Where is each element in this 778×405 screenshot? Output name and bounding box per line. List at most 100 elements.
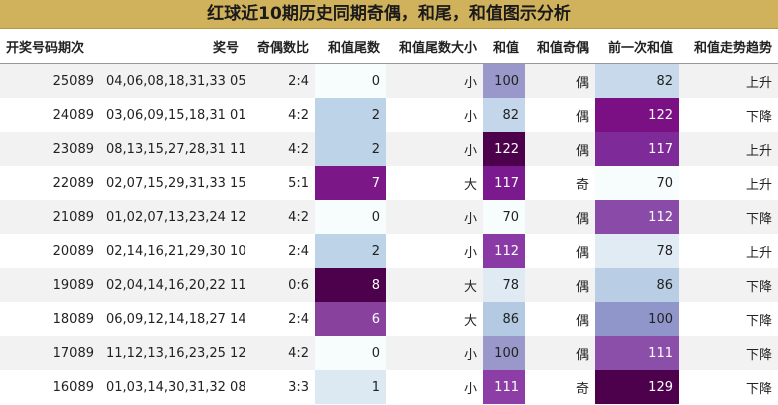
cell-prev-sum: 82	[595, 63, 679, 98]
table-row: 25089 04,06,08,18,31,33 05 2:4 0 小 100 偶 82 上升	[0, 63, 778, 98]
cell-ratio: 4:2	[245, 200, 315, 234]
cell-sum: 117	[483, 166, 525, 200]
cell-issue: 18089	[0, 302, 100, 336]
cell-trend: 下降	[679, 302, 778, 336]
table-row: 19089 02,04,14,16,20,22 11 0:6 8 大 78 偶 86 下降	[0, 268, 778, 302]
cell-ratio: 3:3	[245, 370, 315, 404]
col-header-ratio: 奇偶数比	[245, 29, 315, 64]
cell-numbers: 02,04,14,16,20,22 11	[100, 268, 245, 302]
cell-ratio: 2:4	[245, 234, 315, 268]
cell-parity: 偶	[525, 234, 595, 268]
cell-parity: 偶	[525, 336, 595, 370]
cell-numbers: 06,09,12,14,18,27 14	[100, 302, 245, 336]
cell-tail: 2	[315, 98, 386, 132]
table-row: 17089 11,12,13,16,23,25 12 4:2 0 小 100 偶 111 下降	[0, 336, 778, 370]
cell-ratio: 4:2	[245, 98, 315, 132]
cell-tail: 2	[315, 234, 386, 268]
cell-prev-sum: 122	[595, 98, 679, 132]
cell-trend: 上升	[679, 234, 778, 268]
col-header-tail-size: 和值尾数大小	[386, 29, 483, 64]
chart-title: 红球近10期历史同期奇偶，和尾，和值图示分析	[0, 0, 778, 29]
col-header-issue: 开奖号码期次	[0, 29, 100, 64]
cell-issue: 22089	[0, 166, 100, 200]
cell-tail: 2	[315, 132, 386, 166]
cell-parity: 偶	[525, 200, 595, 234]
col-header-prev-sum: 前一次和值	[595, 29, 679, 64]
col-header-tail: 和值尾数	[315, 29, 386, 64]
cell-numbers: 01,03,14,30,31,32 08	[100, 370, 245, 404]
cell-prev-sum: 117	[595, 132, 679, 166]
cell-prev-sum: 129	[595, 370, 679, 404]
cell-trend: 下降	[679, 200, 778, 234]
analysis-table: 开奖号码期次 奖号 奇偶数比 和值尾数 和值尾数大小 和值 和值奇偶 前一次和值…	[0, 29, 778, 404]
col-header-numbers: 奖号	[100, 29, 245, 64]
cell-tail-size: 大	[386, 302, 483, 336]
header-row: 开奖号码期次 奖号 奇偶数比 和值尾数 和值尾数大小 和值 和值奇偶 前一次和值…	[0, 29, 778, 64]
cell-ratio: 0:6	[245, 268, 315, 302]
cell-issue: 21089	[0, 200, 100, 234]
cell-tail-size: 小	[386, 200, 483, 234]
cell-tail: 6	[315, 302, 386, 336]
table-row: 20089 02,14,16,21,29,30 10 2:4 2 小 112 偶 78 上升	[0, 234, 778, 268]
table-row: 23089 08,13,15,27,28,31 11 4:2 2 小 122 偶 117 上升	[0, 132, 778, 166]
cell-issue: 23089	[0, 132, 100, 166]
cell-sum: 82	[483, 98, 525, 132]
cell-tail-size: 小	[386, 98, 483, 132]
cell-prev-sum: 70	[595, 166, 679, 200]
cell-parity: 偶	[525, 302, 595, 336]
cell-ratio: 4:2	[245, 132, 315, 166]
cell-prev-sum: 78	[595, 234, 679, 268]
cell-numbers: 08,13,15,27,28,31 11	[100, 132, 245, 166]
cell-tail-size: 小	[386, 234, 483, 268]
cell-trend: 上升	[679, 166, 778, 200]
cell-parity: 偶	[525, 132, 595, 166]
cell-issue: 19089	[0, 268, 100, 302]
cell-ratio: 5:1	[245, 166, 315, 200]
cell-tail: 0	[315, 336, 386, 370]
cell-tail: 1	[315, 370, 386, 404]
cell-prev-sum: 112	[595, 200, 679, 234]
cell-parity: 偶	[525, 268, 595, 302]
cell-tail-size: 小	[386, 370, 483, 404]
cell-tail-size: 小	[386, 132, 483, 166]
cell-prev-sum: 86	[595, 268, 679, 302]
cell-numbers: 02,14,16,21,29,30 10	[100, 234, 245, 268]
cell-sum: 112	[483, 234, 525, 268]
table-body: 25089 04,06,08,18,31,33 05 2:4 0 小 100 偶 82 上升 24…	[0, 63, 778, 404]
cell-issue: 25089	[0, 63, 100, 98]
cell-parity: 奇	[525, 166, 595, 200]
cell-tail: 8	[315, 268, 386, 302]
cell-numbers: 02,07,15,29,31,33 15	[100, 166, 245, 200]
cell-parity: 偶	[525, 63, 595, 98]
table-row: 21089 01,02,07,13,23,24 12 4:2 0 小 70 偶 112 下降	[0, 200, 778, 234]
cell-trend: 上升	[679, 132, 778, 166]
cell-trend: 下降	[679, 98, 778, 132]
cell-sum: 78	[483, 268, 525, 302]
cell-issue: 17089	[0, 336, 100, 370]
cell-numbers: 03,06,09,15,18,31 01	[100, 98, 245, 132]
cell-trend: 下降	[679, 370, 778, 404]
cell-tail: 0	[315, 200, 386, 234]
cell-numbers: 11,12,13,16,23,25 12	[100, 336, 245, 370]
cell-tail: 0	[315, 63, 386, 98]
cell-sum: 100	[483, 63, 525, 98]
cell-sum: 70	[483, 200, 525, 234]
cell-numbers: 01,02,07,13,23,24 12	[100, 200, 245, 234]
cell-prev-sum: 100	[595, 302, 679, 336]
cell-trend: 上升	[679, 63, 778, 98]
cell-tail-size: 小	[386, 63, 483, 98]
col-header-parity: 和值奇偶	[525, 29, 595, 64]
cell-parity: 偶	[525, 98, 595, 132]
table-row: 22089 02,07,15,29,31,33 15 5:1 7 大 117 奇 70 上升	[0, 166, 778, 200]
cell-tail-size: 小	[386, 336, 483, 370]
cell-ratio: 2:4	[245, 302, 315, 336]
cell-parity: 奇	[525, 370, 595, 404]
cell-sum: 86	[483, 302, 525, 336]
cell-tail: 7	[315, 166, 386, 200]
table-row: 16089 01,03,14,30,31,32 08 3:3 1 小 111 奇 129 下降	[0, 370, 778, 404]
cell-issue: 16089	[0, 370, 100, 404]
cell-issue: 24089	[0, 98, 100, 132]
cell-tail-size: 大	[386, 166, 483, 200]
cell-ratio: 4:2	[245, 336, 315, 370]
table-row: 18089 06,09,12,14,18,27 14 2:4 6 大 86 偶 100 下降	[0, 302, 778, 336]
